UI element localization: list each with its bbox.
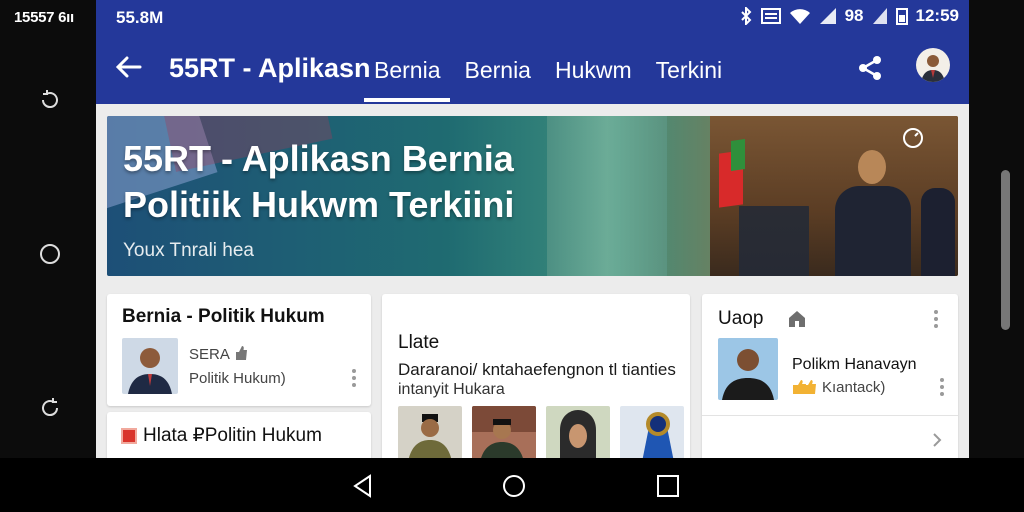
status-time: 12:59 — [915, 6, 959, 25]
back-arrow-icon — [115, 56, 142, 78]
card-body: Dararanoi/ kntahaefengnon tl tianties — [398, 360, 676, 379]
back-button[interactable] — [114, 52, 144, 82]
app-title: 55RT - Aplikasn — [169, 53, 371, 83]
news-card[interactable]: Uaop Polikm Hanavayn Kıantack) — [702, 294, 958, 458]
nav-recents-icon — [657, 475, 679, 497]
card-thumbnail — [718, 338, 778, 400]
tab-terkini[interactable]: Terkini — [644, 40, 734, 104]
image-gallery — [398, 406, 684, 458]
news-card[interactable]: Bernia - Politik Hukum SERA Politik Huku… — [107, 294, 371, 406]
battery-text: 98 — [844, 6, 864, 25]
tab-bar: Bernia Bernia Hukwm Terkini — [362, 40, 734, 104]
app-screen: 55.8M 98 12:59 55RT - Aplikasn Bernia Be… — [96, 0, 969, 458]
card-heading: Bernia - Politik Hukum — [122, 306, 325, 327]
gallery-image[interactable] — [620, 406, 684, 458]
share-icon — [859, 56, 881, 80]
signal-icon-2 — [872, 8, 887, 24]
card-title: Polikm Hanavayn — [792, 356, 917, 373]
toolbar: 55RT - Aplikasn Bernia Bernia Hukwm Terk… — [96, 40, 969, 104]
status-bar: 55.8M 98 12:59 — [96, 0, 969, 34]
hero-title: 55RT - Aplikasn Bernia Politiik Hukwm Te… — [123, 138, 515, 225]
battery-icon — [895, 8, 908, 25]
card-thumbnail — [122, 338, 178, 394]
news-card[interactable]: Hlata ₽Politin Hukum — [107, 412, 371, 458]
system-nav-bar — [0, 458, 1024, 512]
kebab-menu-icon[interactable] — [349, 367, 359, 389]
speaker-head — [858, 150, 886, 184]
card-meta: Kıantack) — [822, 379, 886, 396]
news-card[interactable]: Llate Dararanoi/ kntahaefengnon tl tiant… — [382, 294, 690, 458]
divider — [702, 415, 958, 416]
device-right-bezel — [969, 0, 1024, 458]
kebab-menu-icon[interactable] — [937, 376, 947, 398]
flag-image-2 — [731, 139, 745, 171]
share-button[interactable] — [856, 54, 884, 82]
speaker-image — [835, 186, 911, 276]
kebab-menu-icon[interactable] — [931, 308, 941, 330]
scrollbar[interactable] — [1001, 170, 1010, 330]
nav-home-icon — [503, 475, 525, 497]
tab-bernia-1[interactable]: Bernia — [362, 40, 452, 104]
device-rotate-button[interactable] — [38, 88, 62, 112]
profile-avatar[interactable] — [916, 48, 950, 82]
card-heading: Uaop — [718, 308, 764, 329]
card-meta: SERA — [189, 346, 230, 363]
crowd-image — [739, 198, 809, 276]
bluetooth-icon — [740, 7, 752, 25]
nav-home-button[interactable] — [501, 473, 527, 499]
nav-back-button[interactable] — [350, 473, 376, 499]
card-body-2: intanyit Hukara — [398, 381, 505, 398]
carrier-label: 55.8M — [116, 8, 164, 27]
hero-search-icon[interactable] — [901, 126, 925, 150]
tab-bernia-2[interactable]: Bernia — [452, 40, 542, 104]
device-left-bezel: 15557 6ıı — [0, 0, 96, 458]
nav-recents-button[interactable] — [655, 473, 681, 499]
tab-hukwm[interactable]: Hukwm — [543, 40, 644, 104]
gallery-image[interactable] — [546, 406, 610, 458]
news-icon — [121, 428, 137, 444]
hero-banner[interactable]: 55RT - Aplikasn Bernia Politiik Hukwm Te… — [107, 116, 958, 276]
card-heading: Llate — [398, 332, 440, 353]
nav-back-icon — [353, 474, 371, 498]
home-icon — [789, 311, 805, 327]
gallery-image[interactable] — [398, 406, 462, 458]
gallery-image[interactable] — [472, 406, 536, 458]
wifi-icon — [789, 9, 810, 24]
card-category: Politik Hukum) — [189, 370, 286, 387]
card-heading: Hlata ₽Politin Hukum — [143, 425, 322, 446]
cast-icon — [760, 8, 781, 24]
device-clock: 15557 6ıı — [14, 9, 74, 26]
hero-subtitle: Youx Tnrali hea — [123, 240, 254, 261]
app-bar: 55.8M 98 12:59 55RT - Aplikasn Bernia Be… — [96, 0, 969, 104]
chevron-right-icon[interactable] — [930, 432, 944, 448]
signal-icon — [819, 8, 836, 24]
reaction-icon — [793, 380, 816, 394]
thumbs-up-icon — [236, 346, 247, 360]
device-circle-button[interactable] — [38, 242, 62, 266]
bystander-image — [921, 188, 955, 276]
device-refresh-button[interactable] — [38, 396, 62, 420]
